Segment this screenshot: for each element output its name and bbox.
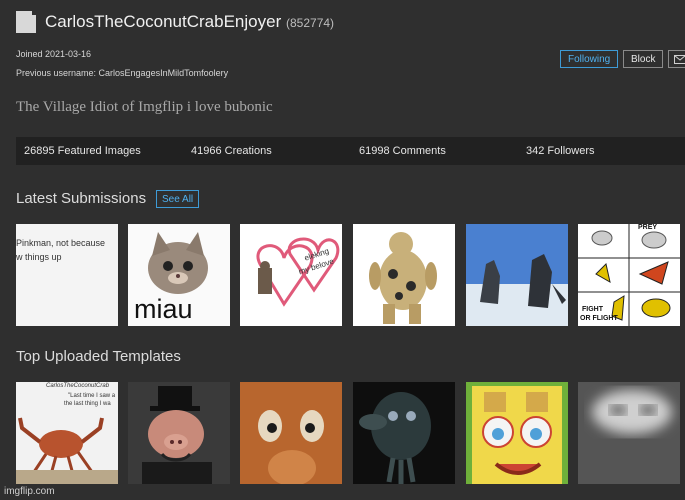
following-button[interactable]: Following <box>560 50 619 68</box>
avatar-icon <box>16 11 36 33</box>
thumbnail-caption: the last thing I wa <box>64 401 111 407</box>
template-thumbnail[interactable] <box>353 382 455 484</box>
message-button[interactable] <box>668 50 685 68</box>
template-thumbnail[interactable]: CarlosTheCoconutCrab "Last time I saw a … <box>16 382 118 484</box>
thumbnail-caption: w things up <box>16 252 62 262</box>
submission-thumbnail[interactable]: Pinkman, not because w things up <box>16 224 118 326</box>
previous-username: Previous username: CarlosEngagesInMildTo… <box>16 68 229 78</box>
sponge-image <box>472 386 562 484</box>
thumbnail-caption: CarlosTheCoconutCrab <box>46 383 110 389</box>
profile-bio: The Village Idiot of Imgflip i love bubo… <box>16 99 273 115</box>
template-thumbnail[interactable] <box>240 382 342 484</box>
kaiju-battle-image <box>466 224 568 326</box>
profile-user-id: (852774) <box>286 16 335 30</box>
avatar[interactable] <box>16 11 36 33</box>
stat-creations[interactable]: 41966 Creations <box>191 145 272 157</box>
template-thumbnail[interactable] <box>578 382 680 484</box>
monster-figure-image <box>369 232 437 324</box>
thumbnail-caption: "Last time I saw a <box>68 393 116 399</box>
block-button[interactable]: Block <box>623 50 664 68</box>
template-thumbnail[interactable] <box>128 382 230 484</box>
envelope-icon <box>674 55 685 64</box>
profile-username: CarlosTheCoconutCrabEnjoyer <box>45 12 282 31</box>
submission-thumbnail[interactable]: PREY FIGHT OR FLIGHT <box>578 224 680 326</box>
blurry-face-image <box>578 382 680 484</box>
orange-creature-image <box>240 382 342 484</box>
pig-tophat-image <box>142 386 212 484</box>
submission-thumbnail[interactable] <box>353 224 455 326</box>
thumbnail-caption: OR FLIGHT <box>580 315 618 322</box>
thumbnail-caption: FIGHT <box>582 306 603 313</box>
imgflip-watermark: imgflip.com <box>4 486 55 497</box>
hearts-image <box>256 237 340 307</box>
thumbnail-caption: Pinkman, not because <box>16 238 106 248</box>
submission-thumbnail[interactable]: eleking my belove <box>240 224 342 326</box>
template-thumbnail[interactable] <box>466 382 568 484</box>
stat-followers[interactable]: 342 Followers <box>526 145 594 157</box>
submission-thumbnail[interactable]: miau <box>128 224 230 326</box>
see-all-button[interactable]: See All <box>156 190 200 208</box>
dark-squid-image <box>359 392 431 484</box>
stats-bar: 26895 Featured Images 41966 Creations 61… <box>16 137 685 165</box>
thumbnail-caption: PREY <box>638 224 658 231</box>
top-templates-title: Top Uploaded Templates <box>16 348 181 365</box>
thumbnail-caption: miau <box>134 294 193 324</box>
stat-comments[interactable]: 61998 Comments <box>359 145 446 157</box>
joined-date: Joined 2021-03-16 <box>16 49 92 59</box>
latest-submissions-title: Latest Submissions <box>16 190 147 207</box>
stat-featured-images[interactable]: 26895 Featured Images <box>24 145 141 157</box>
submission-thumbnail[interactable] <box>466 224 568 326</box>
